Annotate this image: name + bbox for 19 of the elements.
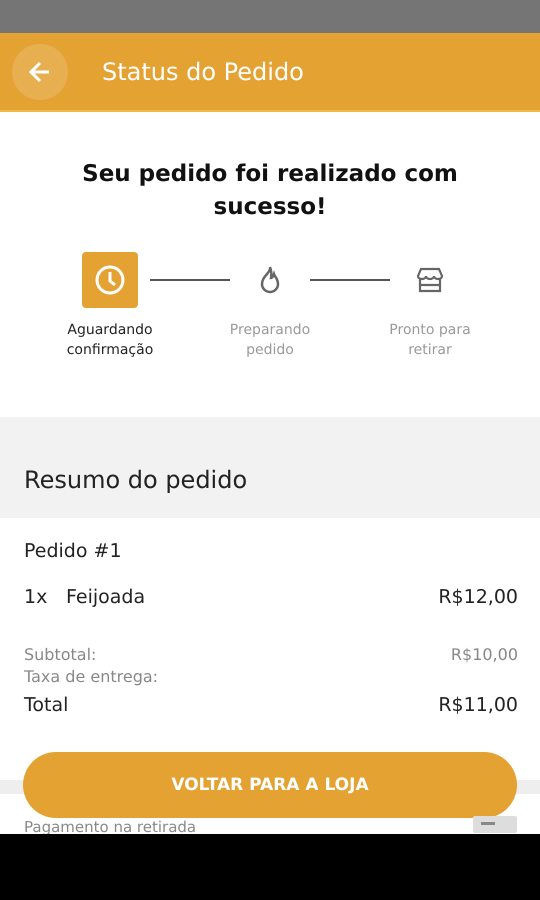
success-message: Seu pedido foi realizado com sucesso! <box>81 160 459 222</box>
order-number: Pedido #1 <box>24 540 123 562</box>
item-name: Feijoada <box>66 586 146 608</box>
back-to-store-button[interactable]: VOLTAR PARA A LOJA <box>23 752 517 818</box>
section-title: Resumo do pedido <box>24 466 248 494</box>
step-label: Aguardando confirmação <box>66 321 154 360</box>
total-label: Total <box>24 694 68 716</box>
step-label: Preparando pedido <box>228 321 312 360</box>
subtotal-label: Subtotal: <box>24 644 96 666</box>
clock-icon <box>94 264 126 296</box>
payment-method: Pagamento na retirada <box>24 818 196 836</box>
step-label: Pronto para retirar <box>388 321 472 360</box>
card-icon <box>473 816 517 833</box>
item-quantity: 1x <box>24 586 48 608</box>
item-price: R$12,00 <box>438 586 518 608</box>
subtotal-value: R$10,00 <box>450 644 518 666</box>
page-title: Status do Pedido <box>102 58 304 86</box>
fee-label: Taxa de entrega: <box>24 666 158 688</box>
total-value: R$11,00 <box>438 694 518 716</box>
